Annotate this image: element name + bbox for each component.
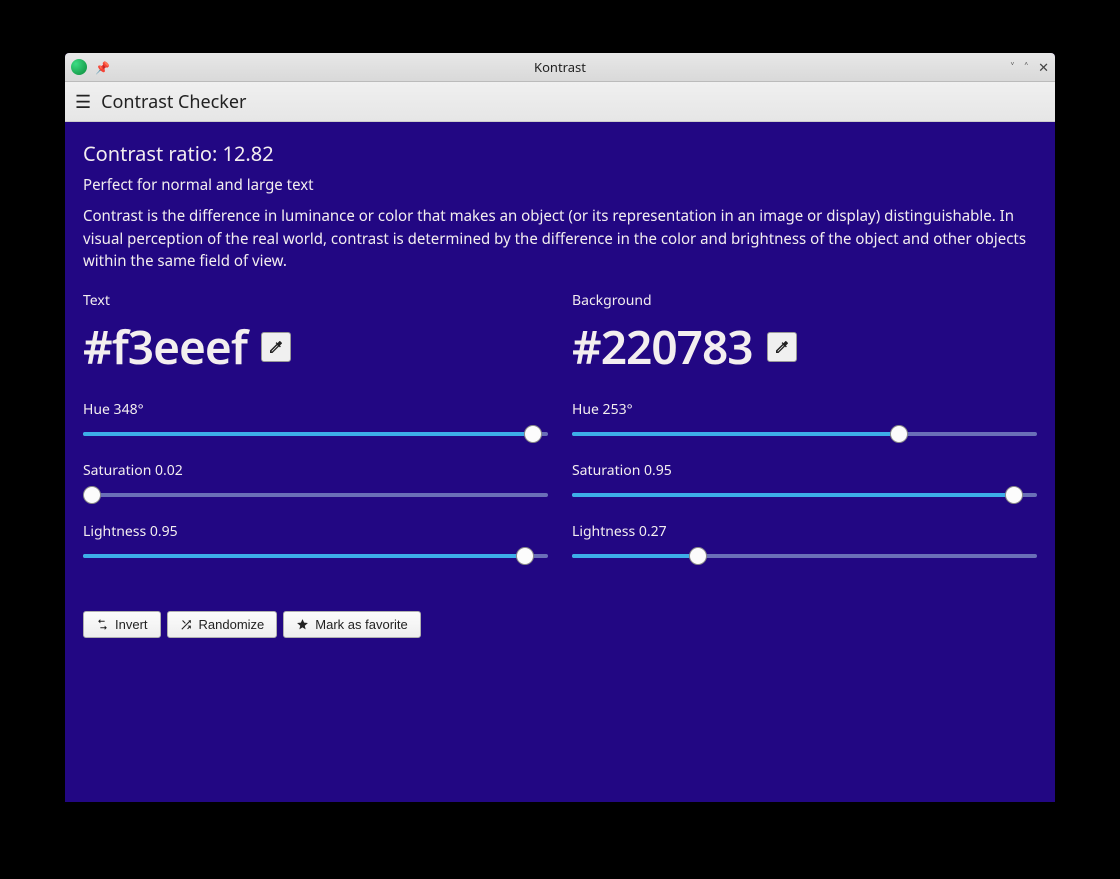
slider-thumb[interactable] xyxy=(890,425,908,443)
ratio-value: 12.82 xyxy=(223,140,274,167)
star-icon xyxy=(296,618,309,631)
bg-saturation-slider[interactable] xyxy=(572,486,1037,504)
text-saturation-slider[interactable] xyxy=(83,486,548,504)
bg-saturation-group: Saturation 0.95 xyxy=(572,461,1037,504)
text-eyedropper-button[interactable] xyxy=(261,332,291,362)
window-controls: ˅ ˄ ✕ xyxy=(1011,58,1049,76)
text-lightness-label: Lightness 0.95 xyxy=(83,522,548,541)
favorite-label: Mark as favorite xyxy=(315,617,407,632)
titlebar[interactable]: 📌 Kontrast ˅ ˄ ✕ xyxy=(65,53,1055,82)
window-title: Kontrast xyxy=(65,58,1055,76)
text-lightness-group: Lightness 0.95 xyxy=(83,522,548,565)
randomize-button[interactable]: Randomize xyxy=(167,611,278,638)
slider-thumb[interactable] xyxy=(516,547,534,565)
bg-saturation-label: Saturation 0.95 xyxy=(572,461,1037,480)
bg-lightness-slider[interactable] xyxy=(572,547,1037,565)
page-title: Contrast Checker xyxy=(101,90,246,114)
ratio-label: Contrast ratio: xyxy=(83,140,223,167)
toolbar: ☰ Contrast Checker xyxy=(65,82,1055,122)
text-hue-group: Hue 348° xyxy=(83,400,548,443)
slider-thumb[interactable] xyxy=(524,425,542,443)
rating-text: Perfect for normal and large text xyxy=(83,175,1037,195)
text-hue-slider[interactable] xyxy=(83,425,548,443)
maximize-icon[interactable]: ˄ xyxy=(1024,58,1028,76)
action-buttons: Invert Randomize Mark as favorite xyxy=(83,611,1037,638)
bg-lightness-label: Lightness 0.27 xyxy=(572,522,1037,541)
randomize-label: Randomize xyxy=(199,617,265,632)
invert-label: Invert xyxy=(115,617,148,632)
eyedropper-icon xyxy=(268,339,284,355)
bg-hue-slider[interactable] xyxy=(572,425,1037,443)
bg-color-row: #220783 xyxy=(572,316,1037,378)
app-window: 📌 Kontrast ˅ ˄ ✕ ☰ Contrast Checker Cont… xyxy=(65,53,1055,802)
bg-color-label: Background xyxy=(572,291,1037,310)
description-text: Contrast is the difference in luminance … xyxy=(83,205,1037,273)
bg-color-column: Background #220783 Hue 253° xyxy=(572,291,1037,583)
close-icon[interactable]: ✕ xyxy=(1038,58,1049,76)
pin-icon[interactable]: 📌 xyxy=(95,59,110,76)
text-saturation-label: Saturation 0.02 xyxy=(83,461,548,480)
slider-thumb[interactable] xyxy=(689,547,707,565)
bg-lightness-group: Lightness 0.27 xyxy=(572,522,1037,565)
invert-button[interactable]: Invert xyxy=(83,611,161,638)
bg-color-hex[interactable]: #220783 xyxy=(572,316,753,378)
text-color-row: #f3eeef xyxy=(83,316,548,378)
bg-hue-group: Hue 253° xyxy=(572,400,1037,443)
shuffle-icon xyxy=(180,618,193,631)
text-saturation-group: Saturation 0.02 xyxy=(83,461,548,504)
contrast-ratio: Contrast ratio: 12.82 xyxy=(83,140,1037,167)
text-hue-label: Hue 348° xyxy=(83,400,548,419)
favorite-button[interactable]: Mark as favorite xyxy=(283,611,420,638)
text-lightness-slider[interactable] xyxy=(83,547,548,565)
slider-thumb[interactable] xyxy=(1005,486,1023,504)
hamburger-icon[interactable]: ☰ xyxy=(75,90,91,114)
text-color-label: Text xyxy=(83,291,548,310)
text-color-column: Text #f3eeef Hue 348° Satur xyxy=(83,291,548,583)
bg-hue-label: Hue 253° xyxy=(572,400,1037,419)
color-columns: Text #f3eeef Hue 348° Satur xyxy=(83,291,1037,583)
slider-thumb[interactable] xyxy=(83,486,101,504)
swap-icon xyxy=(96,618,109,631)
bg-eyedropper-button[interactable] xyxy=(767,332,797,362)
content-area: Contrast ratio: 12.82 Perfect for normal… xyxy=(65,122,1055,656)
text-color-hex[interactable]: #f3eeef xyxy=(83,316,247,378)
eyedropper-icon xyxy=(774,339,790,355)
app-icon xyxy=(71,59,87,75)
minimize-icon[interactable]: ˅ xyxy=(1011,58,1015,76)
